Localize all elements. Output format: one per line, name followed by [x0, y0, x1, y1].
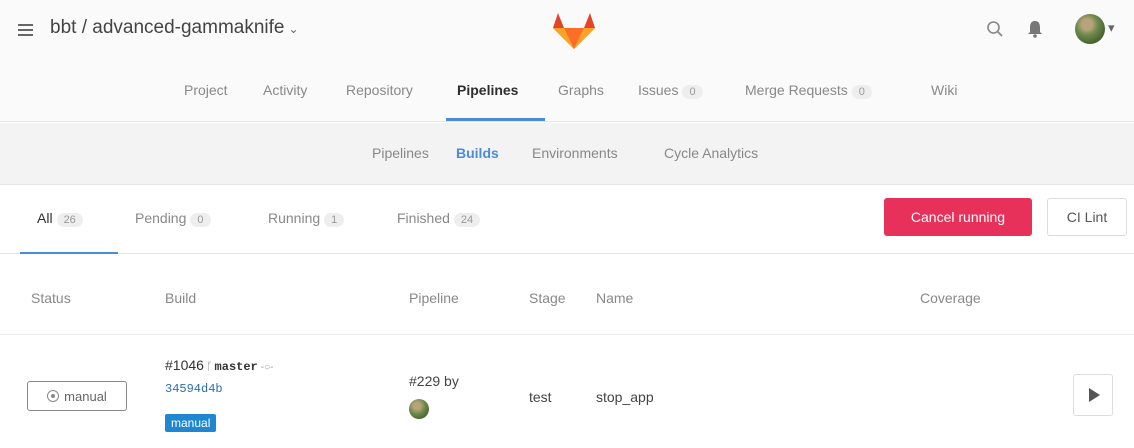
cancel-running-button[interactable]: Cancel running — [884, 198, 1032, 236]
tab-finished-count: 24 — [453, 213, 481, 227]
build-id-link[interactable]: #1046 — [165, 357, 204, 373]
build-info: #1046 ᚴ master -○- — [165, 357, 273, 374]
tab-running-label: Running — [268, 210, 321, 226]
tab-running[interactable]: Running 1 — [268, 210, 345, 227]
col-status: Status — [31, 290, 71, 306]
subnav-environments[interactable]: Environments — [532, 145, 618, 161]
commit-sha-link[interactable]: 34594d4b — [165, 382, 223, 396]
commit-icon: -○- — [260, 362, 274, 373]
project-nav: Project Activity Repository Pipelines Gr… — [0, 60, 1134, 122]
tab-all-count: 26 — [56, 213, 83, 227]
status-label: manual — [64, 388, 107, 404]
bell-icon[interactable] — [1027, 20, 1043, 38]
table-header-divider — [0, 334, 1134, 335]
col-coverage: Coverage — [920, 290, 981, 306]
nav-active-underline — [446, 118, 545, 121]
tab-active-underline — [20, 252, 118, 254]
manual-label: manual — [165, 414, 217, 432]
pipeline-user-avatar[interactable] — [409, 399, 429, 419]
merge-requests-count-badge: 0 — [851, 85, 872, 99]
top-header: bbt / advanced-gammaknife ⌄ ▾ — [0, 0, 1134, 60]
ci-lint-button[interactable]: CI Lint — [1047, 198, 1127, 236]
stage-cell: test — [529, 389, 552, 405]
tab-all-label: All — [37, 210, 53, 226]
pipelines-subnav: Pipelines Builds Environments Cycle Anal… — [0, 123, 1134, 185]
nav-pipelines[interactable]: Pipelines — [457, 82, 518, 98]
subnav-pipelines[interactable]: Pipelines — [372, 145, 429, 161]
job-name-cell: stop_app — [596, 389, 654, 405]
user-avatar[interactable] — [1075, 14, 1105, 44]
tab-all[interactable]: All 26 — [37, 210, 83, 227]
tab-pending-count: 0 — [190, 213, 211, 227]
nav-issues-label: Issues — [638, 82, 679, 98]
tab-pending-label: Pending — [135, 210, 187, 226]
menu-icon[interactable] — [18, 24, 33, 36]
play-icon — [1089, 388, 1100, 402]
col-pipeline: Pipeline — [409, 290, 459, 306]
status-badge[interactable]: manual — [27, 381, 127, 411]
avatar-caret-icon[interactable]: ▾ — [1108, 20, 1115, 36]
issues-count-badge: 0 — [682, 85, 703, 99]
tab-finished[interactable]: Finished 24 — [397, 210, 481, 227]
col-stage: Stage — [529, 290, 566, 306]
gear-icon — [47, 390, 60, 402]
pipeline-link[interactable]: #229 by — [409, 373, 459, 389]
tab-finished-label: Finished — [397, 210, 450, 226]
branch-icon: ᚴ — [205, 361, 213, 373]
col-build: Build — [165, 290, 197, 306]
col-name: Name — [596, 290, 634, 306]
search-icon[interactable] — [986, 20, 1004, 38]
project-name[interactable]: bbt / advanced-gammaknife — [50, 17, 284, 38]
nav-graphs[interactable]: Graphs — [558, 82, 604, 98]
nav-merge-requests-label: Merge Requests — [745, 82, 848, 98]
chevron-down-icon[interactable]: ⌄ — [288, 22, 298, 36]
tab-running-count: 1 — [324, 213, 345, 227]
nav-repository[interactable]: Repository — [346, 82, 413, 98]
nav-wiki[interactable]: Wiki — [931, 82, 957, 98]
project-title[interactable]: bbt / advanced-gammaknife ⌄ — [50, 17, 299, 39]
gitlab-logo[interactable] — [552, 12, 596, 50]
nav-project[interactable]: Project — [184, 82, 228, 98]
tab-pending[interactable]: Pending 0 — [135, 210, 211, 227]
nav-activity[interactable]: Activity — [263, 82, 307, 98]
subnav-cycle-analytics[interactable]: Cycle Analytics — [664, 145, 758, 161]
branch-name[interactable]: master — [215, 360, 258, 374]
subnav-builds[interactable]: Builds — [456, 145, 499, 161]
nav-issues[interactable]: Issues 0 — [638, 82, 703, 99]
play-button[interactable] — [1073, 374, 1113, 416]
nav-merge-requests[interactable]: Merge Requests 0 — [745, 82, 872, 99]
